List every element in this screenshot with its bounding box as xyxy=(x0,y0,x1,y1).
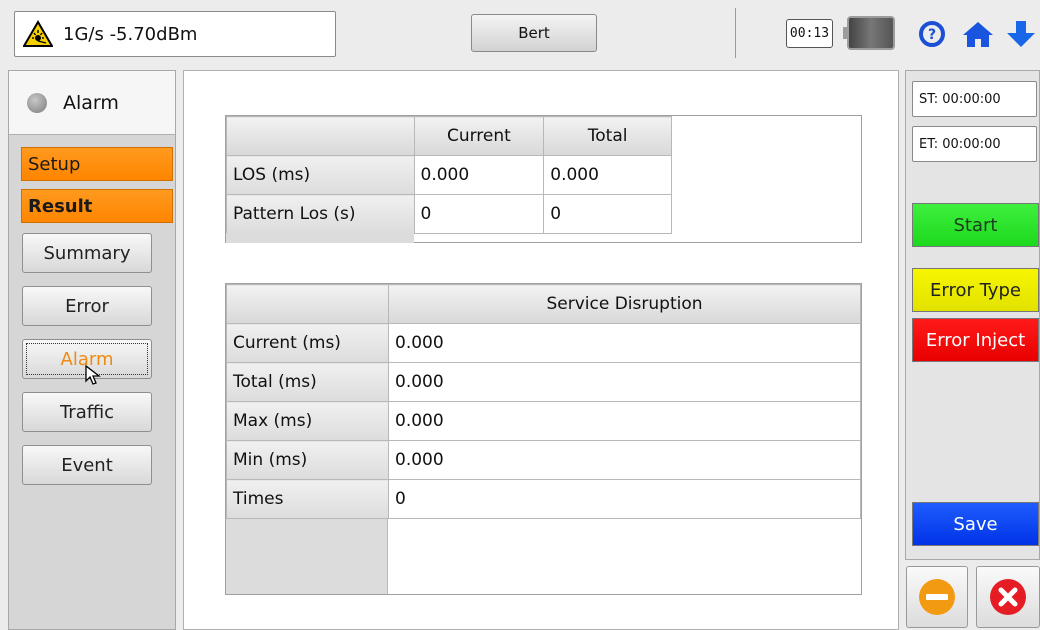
disruption-table-footer xyxy=(226,519,388,594)
table-row: Times 0 xyxy=(226,479,861,519)
table-row: LOS (ms) 0.000 0.000 xyxy=(226,155,672,195)
disruption-row-value: 0.000 xyxy=(388,323,861,363)
alarm-indicator-label: Alarm xyxy=(63,91,119,114)
los-current-value: 0.000 xyxy=(413,155,545,195)
minus-circle-icon xyxy=(919,579,955,615)
start-time-display: ST: 00:00:00 xyxy=(912,81,1037,117)
pattern-los-current-value: 0 xyxy=(413,194,545,234)
results-panel: Current Total LOS (ms) 0.000 0.000 Patte… xyxy=(183,70,899,630)
los-table: Current Total LOS (ms) 0.000 0.000 Patte… xyxy=(226,116,672,234)
sidebar-item-traffic[interactable]: Traffic xyxy=(22,392,152,432)
disruption-row-value: 0.000 xyxy=(388,362,861,402)
los-table-corner xyxy=(226,116,415,156)
down-arrow-icon[interactable] xyxy=(1006,20,1036,48)
alarm-indicator: Alarm xyxy=(9,71,175,135)
close-icon xyxy=(990,579,1026,615)
disruption-row-label: Current (ms) xyxy=(226,323,389,363)
home-icon[interactable] xyxy=(962,20,994,48)
disruption-col-header: Service Disruption xyxy=(388,284,861,324)
save-button[interactable]: Save xyxy=(912,502,1039,546)
table-row: Pattern Los (s) 0 0 xyxy=(226,194,672,234)
disruption-row-label: Min (ms) xyxy=(226,440,389,480)
disruption-row-value: 0 xyxy=(388,479,861,519)
los-table-container: Current Total LOS (ms) 0.000 0.000 Patte… xyxy=(225,115,862,243)
mouse-cursor-icon xyxy=(85,364,101,385)
right-control-panel: ST: 00:00:00 ET: 00:00:00 Start Error Ty… xyxy=(905,70,1040,560)
table-row: Total (ms) 0.000 xyxy=(226,362,861,402)
close-button[interactable] xyxy=(976,566,1040,628)
error-type-button[interactable]: Error Type xyxy=(912,268,1039,312)
sidebar-item-error[interactable]: Error xyxy=(22,286,152,326)
error-inject-button[interactable]: Error Inject xyxy=(912,318,1039,362)
los-row-label: LOS (ms) xyxy=(226,155,415,195)
minimize-button[interactable] xyxy=(906,566,968,628)
disruption-table-container: Service Disruption Current (ms) 0.000 To… xyxy=(225,283,862,595)
signal-status-text: 1G/s -5.70dBm xyxy=(63,23,198,45)
los-col-total: Total xyxy=(543,116,672,156)
left-nav-panel: Alarm Setup Result Summary Error Alarm T… xyxy=(8,70,176,630)
disruption-row-value: 0.000 xyxy=(388,440,861,480)
start-button[interactable]: Start xyxy=(912,203,1039,247)
table-row: Min (ms) 0.000 xyxy=(226,440,861,480)
signal-status-box: 1G/s -5.70dBm xyxy=(14,11,336,57)
pattern-los-total-value: 0 xyxy=(543,194,672,234)
los-total-value: 0.000 xyxy=(543,155,672,195)
los-table-footer xyxy=(226,233,414,243)
topbar-divider xyxy=(735,8,736,58)
table-row: Current (ms) 0.000 xyxy=(226,323,861,363)
table-row: Max (ms) 0.000 xyxy=(226,401,861,441)
battery-icon xyxy=(843,16,895,50)
elapsed-timer: 00:13 xyxy=(786,19,833,48)
svg-text:?: ? xyxy=(928,27,936,43)
disruption-row-value: 0.000 xyxy=(388,401,861,441)
disruption-row-label: Times xyxy=(226,479,389,519)
disruption-row-label: Total (ms) xyxy=(226,362,389,402)
pattern-los-row-label: Pattern Los (s) xyxy=(226,194,415,234)
help-icon[interactable]: ? xyxy=(918,20,946,48)
end-time-display: ET: 00:00:00 xyxy=(912,126,1037,162)
top-bar: 1G/s -5.70dBm Bert 00:13 ? xyxy=(0,0,1040,66)
disruption-table-corner xyxy=(226,284,389,324)
tab-result[interactable]: Result xyxy=(21,189,173,223)
alarm-led-icon xyxy=(27,92,47,113)
laser-warning-icon xyxy=(23,20,53,47)
disruption-row-label: Max (ms) xyxy=(226,401,389,441)
tab-setup[interactable]: Setup xyxy=(21,147,173,181)
sidebar-item-summary[interactable]: Summary xyxy=(22,233,152,273)
los-col-current: Current xyxy=(413,116,545,156)
disruption-table: Service Disruption Current (ms) 0.000 To… xyxy=(226,284,861,519)
sidebar-item-event[interactable]: Event xyxy=(22,445,152,485)
bert-mode-button[interactable]: Bert xyxy=(471,14,597,52)
